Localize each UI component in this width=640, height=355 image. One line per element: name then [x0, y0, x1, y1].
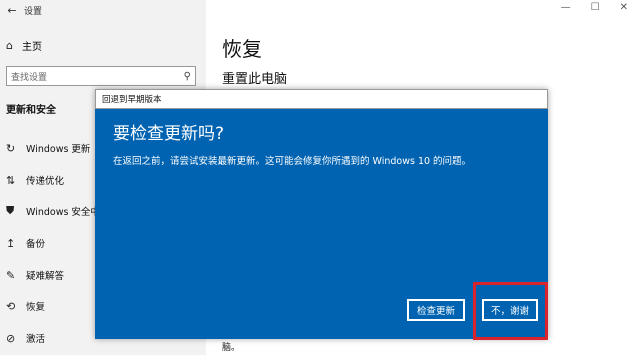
sidebar-item-label: 疑难解答 — [26, 271, 65, 282]
home-icon: ⌂ — [6, 39, 13, 52]
sidebar-item-home[interactable]: ⌂ 主页 — [6, 38, 42, 53]
sidebar-item-recovery[interactable]: ⟲ 恢复 — [6, 299, 46, 314]
sidebar-item-label: Windows 更新 — [26, 144, 91, 155]
title-bar: ← 设置 — [0, 0, 206, 20]
check-updates-button[interactable]: 检查更新 — [407, 299, 465, 321]
page-title: 恢复 — [222, 37, 262, 61]
highlight-box — [473, 282, 548, 340]
delivery-icon: ⇅ — [6, 173, 16, 187]
sidebar-item-windows-update[interactable]: ↻ Windows 更新 — [6, 141, 91, 156]
dialog-titlebar: 回退到早期版本 — [95, 89, 548, 109]
section-subtitle: 重置此电脑 — [222, 72, 288, 87]
sidebar-item-label: 激活 — [26, 334, 46, 345]
search-input[interactable]: 查找设置 ⚲ — [6, 66, 196, 86]
backup-icon: ↥ — [6, 236, 16, 250]
sidebar-item-troubleshoot[interactable]: ✎ 疑难解答 — [6, 268, 65, 283]
dialog-body: 在返回之前，请尝试安装最新更新。这可能会修复你所遇到的 Windows 10 的… — [113, 156, 472, 167]
dialog-heading: 要检查更新吗? — [113, 124, 225, 144]
sidebar-item-security[interactable]: ⛊ Windows 安全中心 — [6, 204, 109, 218]
search-icon: ⚲ — [183, 70, 191, 82]
activation-icon: ⊘ — [6, 331, 16, 345]
sidebar-item-label: 传递优化 — [26, 176, 65, 187]
home-label: 主页 — [22, 42, 42, 53]
search-placeholder: 查找设置 — [11, 72, 48, 83]
footer-text: 脑。 — [222, 343, 241, 353]
maximize-icon[interactable]: ☐ — [591, 2, 600, 13]
sidebar-item-label: 备份 — [26, 239, 46, 250]
wrench-icon: ✎ — [6, 268, 16, 282]
sidebar-item-backup[interactable]: ↥ 备份 — [6, 236, 46, 251]
app-title: 设置 — [24, 6, 43, 17]
section-title: 更新和安全 — [6, 105, 56, 116]
sidebar-item-label: 恢复 — [26, 302, 46, 313]
shield-icon: ⛊ — [6, 204, 15, 217]
sidebar-item-activation[interactable]: ⊘ 激活 — [6, 331, 46, 346]
window-controls: — ☐ ✕ — [561, 2, 628, 13]
back-arrow-icon[interactable]: ← — [0, 4, 24, 17]
refresh-icon: ↻ — [6, 141, 16, 155]
recovery-icon: ⟲ — [6, 299, 16, 313]
minimize-icon[interactable]: — — [561, 2, 571, 13]
close-icon[interactable]: ✕ — [620, 2, 628, 13]
sidebar-item-delivery[interactable]: ⇅ 传递优化 — [6, 173, 65, 188]
